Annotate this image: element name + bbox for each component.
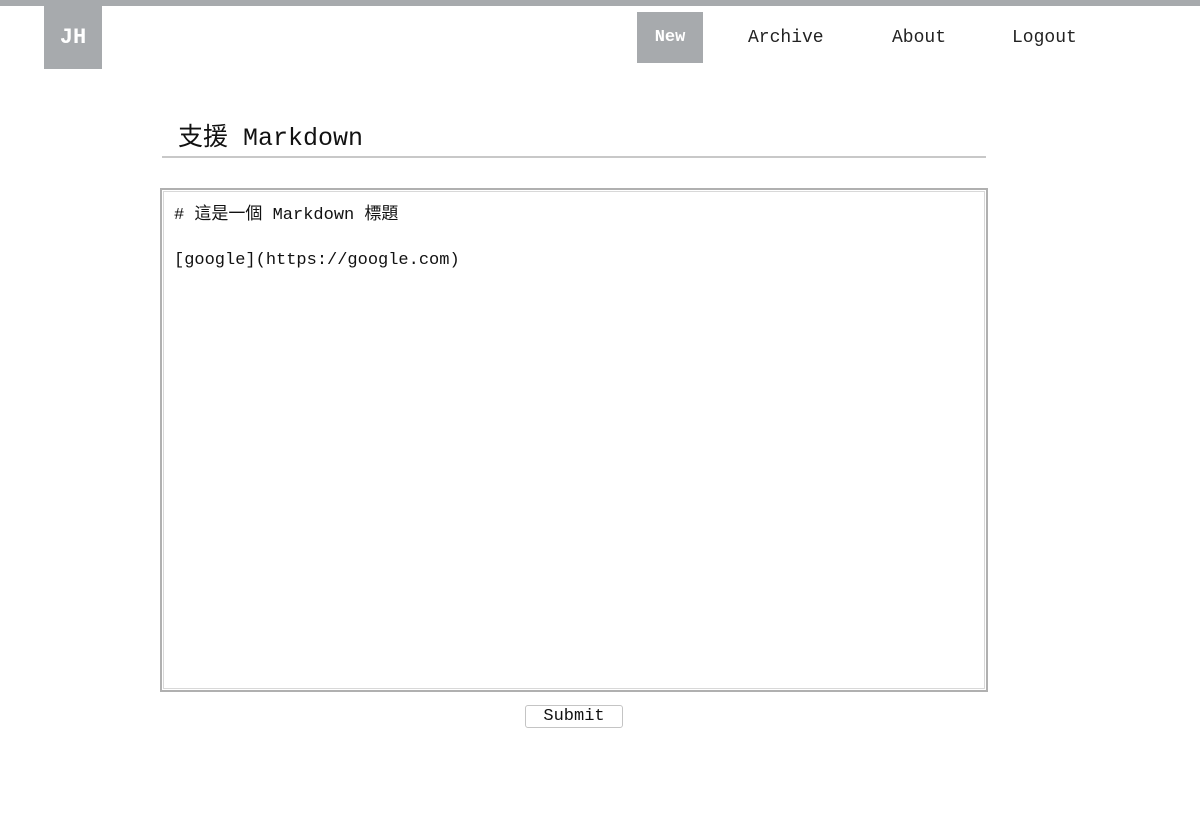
editor-line: [google](https://google.com) [174,251,460,270]
submit-button[interactable]: Submit [525,705,623,728]
editor-line: # 這是一個 Markdown 標題 [174,206,399,225]
nav-archive[interactable]: Archive [748,12,824,63]
top-accent-bar [0,0,1200,6]
site-logo[interactable]: JH [44,6,102,69]
nav-new[interactable]: New [637,12,703,63]
page-title: 支援 Markdown [162,120,986,158]
nav-about[interactable]: About [892,12,946,63]
nav-logout[interactable]: Logout [1012,12,1077,63]
markdown-textarea[interactable]: # 這是一個 Markdown 標題 [google](https://googl… [160,188,988,692]
